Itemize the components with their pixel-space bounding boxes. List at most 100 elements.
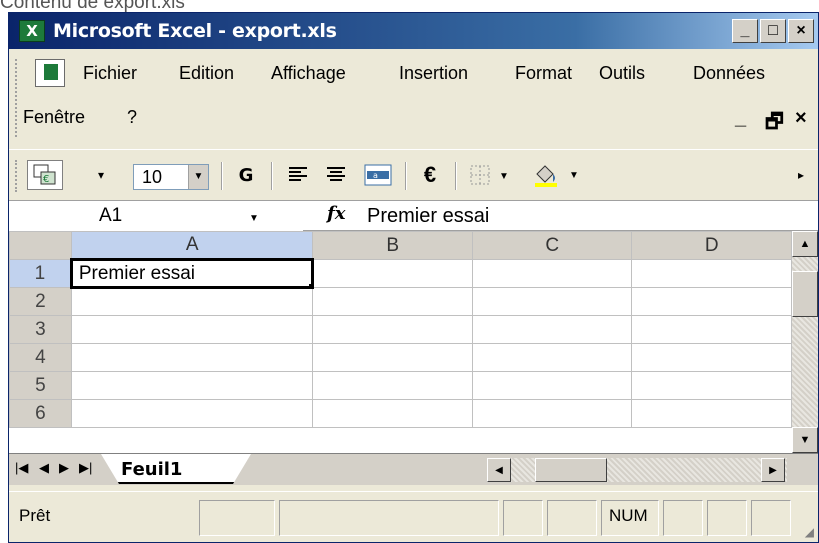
doc-restore-button[interactable]: 🗗 [765, 107, 784, 141]
toolbar-separator [271, 162, 273, 190]
doc-minimize-button[interactable]: _ [735, 107, 746, 130]
cell-d2[interactable] [631, 287, 792, 316]
menu-fichier[interactable]: Fichier [83, 63, 137, 84]
font-size-select[interactable]: 10 ▼ [133, 164, 209, 190]
cell-a2[interactable] [70, 287, 314, 316]
fill-handle[interactable] [309, 284, 310, 285]
toolbar-separator [455, 162, 457, 190]
status-text: Prêt [19, 506, 51, 525]
status-panel [707, 500, 747, 536]
menu-bar: Fichier Edition Affichage Insertion Form… [9, 49, 818, 149]
last-sheet-icon[interactable]: ▶| [79, 460, 92, 476]
menu-help[interactable]: ? [127, 107, 137, 128]
cell-b3[interactable] [312, 315, 473, 344]
status-panel [547, 500, 597, 536]
sheet-tab-bar: |◀ ◀ ▶ ▶| Feuil1 ◀ ▶ [9, 453, 818, 485]
column-header-b[interactable]: B [312, 231, 473, 260]
cell-d5[interactable] [631, 371, 792, 400]
euro-button[interactable]: € [415, 160, 445, 190]
cell-d3[interactable] [631, 315, 792, 344]
cell-a1-value: Premier essai [78, 262, 196, 284]
workbook-icon[interactable] [35, 59, 65, 87]
menu-format[interactable]: Format [515, 63, 572, 84]
cell-d6[interactable] [631, 399, 792, 428]
fill-color-icon[interactable]: ▼ [529, 160, 589, 190]
cell-c3[interactable] [471, 315, 633, 344]
next-sheet-icon[interactable]: ▶ [59, 460, 69, 476]
toolbar-options-icon[interactable]: ▾ [91, 160, 111, 190]
row-header-3[interactable]: 3 [9, 315, 72, 344]
worksheet-grid: A B C D 1 Premier essai 2 3 4 5 6 [9, 231, 792, 453]
scroll-down-icon[interactable]: ▼ [792, 427, 818, 453]
menu-insertion[interactable]: Insertion [399, 63, 468, 84]
menu-affichage[interactable]: Affichage [271, 63, 346, 84]
chevron-down-icon[interactable]: ▼ [188, 165, 208, 189]
row-header-1[interactable]: 1 [9, 259, 72, 288]
cell-b4[interactable] [312, 343, 473, 372]
borders-icon[interactable]: ▼ [465, 160, 519, 190]
cell-a5[interactable] [70, 371, 314, 400]
status-panel [751, 500, 791, 536]
cell-b5[interactable] [312, 371, 473, 400]
column-header-d[interactable]: D [631, 231, 792, 260]
cell-c1[interactable] [471, 259, 633, 288]
cell-c6[interactable] [471, 399, 633, 428]
horizontal-scroll-thumb[interactable] [535, 458, 607, 482]
cell-c5[interactable] [471, 371, 633, 400]
cell-d4[interactable] [631, 343, 792, 372]
vertical-scrollbar[interactable]: ▲ ▼ [792, 231, 818, 453]
align-left-icon[interactable] [283, 160, 313, 190]
row-header-6[interactable]: 6 [9, 399, 72, 428]
cell-b6[interactable] [312, 399, 473, 428]
svg-text:▼: ▼ [569, 170, 579, 181]
resize-grip-icon[interactable]: ◢ [805, 525, 814, 539]
horizontal-scrollbar[interactable]: ◀ ▶ [487, 458, 787, 482]
menu-fenetre[interactable]: Fenêtre [23, 107, 85, 128]
row-header-4[interactable]: 4 [9, 343, 72, 372]
scroll-right-icon[interactable]: ▶ [761, 458, 785, 482]
cell-c2[interactable] [471, 287, 633, 316]
cell-a6[interactable] [70, 399, 314, 428]
insert-function-icon[interactable]: fx [327, 203, 345, 224]
copy-format-icon[interactable]: € [27, 160, 63, 190]
row-header-5[interactable]: 5 [9, 371, 72, 400]
merge-center-icon[interactable]: a [361, 160, 395, 190]
maximize-button[interactable]: □ [760, 19, 786, 43]
vertical-scroll-thumb[interactable] [792, 271, 818, 317]
svg-text:a: a [373, 171, 378, 180]
menu-donnees[interactable]: Données [693, 63, 765, 84]
close-button[interactable]: × [788, 19, 814, 43]
column-header-a[interactable]: A [70, 231, 314, 261]
row-header-2[interactable]: 2 [9, 287, 72, 316]
toolbar-overflow-icon[interactable]: ▸ [791, 160, 811, 190]
scroll-left-icon[interactable]: ◀ [487, 458, 511, 482]
cell-b1[interactable] [312, 259, 473, 288]
excel-app-icon[interactable]: X [19, 20, 45, 42]
minimize-button[interactable]: _ [732, 19, 758, 43]
menu-grip-handle[interactable] [15, 59, 19, 137]
select-all-corner[interactable] [9, 231, 72, 260]
column-header-c[interactable]: C [471, 231, 633, 260]
align-center-icon[interactable] [321, 160, 351, 190]
scroll-up-icon[interactable]: ▲ [792, 231, 818, 257]
spreadsheet-table: A B C D 1 Premier essai 2 3 4 5 6 [9, 231, 792, 428]
bold-button[interactable]: G [231, 160, 261, 190]
cell-c4[interactable] [471, 343, 633, 372]
status-panel [663, 500, 703, 536]
formula-input[interactable]: Premier essai [367, 201, 489, 231]
toolbar-grip-handle[interactable] [15, 160, 19, 192]
status-panel [279, 500, 499, 536]
cell-a3[interactable] [70, 315, 314, 344]
doc-close-button[interactable]: × [795, 107, 807, 130]
cell-d1[interactable] [631, 259, 792, 288]
svg-text:€: € [43, 174, 49, 185]
first-sheet-icon[interactable]: |◀ [15, 460, 28, 476]
menu-outils[interactable]: Outils [599, 63, 645, 84]
prev-sheet-icon[interactable]: ◀ [39, 460, 49, 476]
cell-a4[interactable] [70, 343, 314, 372]
menu-edition[interactable]: Edition [179, 63, 234, 84]
cell-a1[interactable]: Premier essai [69, 258, 315, 289]
cell-b2[interactable] [312, 287, 473, 316]
title-bar[interactable]: X Microsoft Excel - export.xls _ □ × [9, 13, 818, 49]
name-box-dropdown-icon[interactable]: ▼ [249, 213, 259, 224]
